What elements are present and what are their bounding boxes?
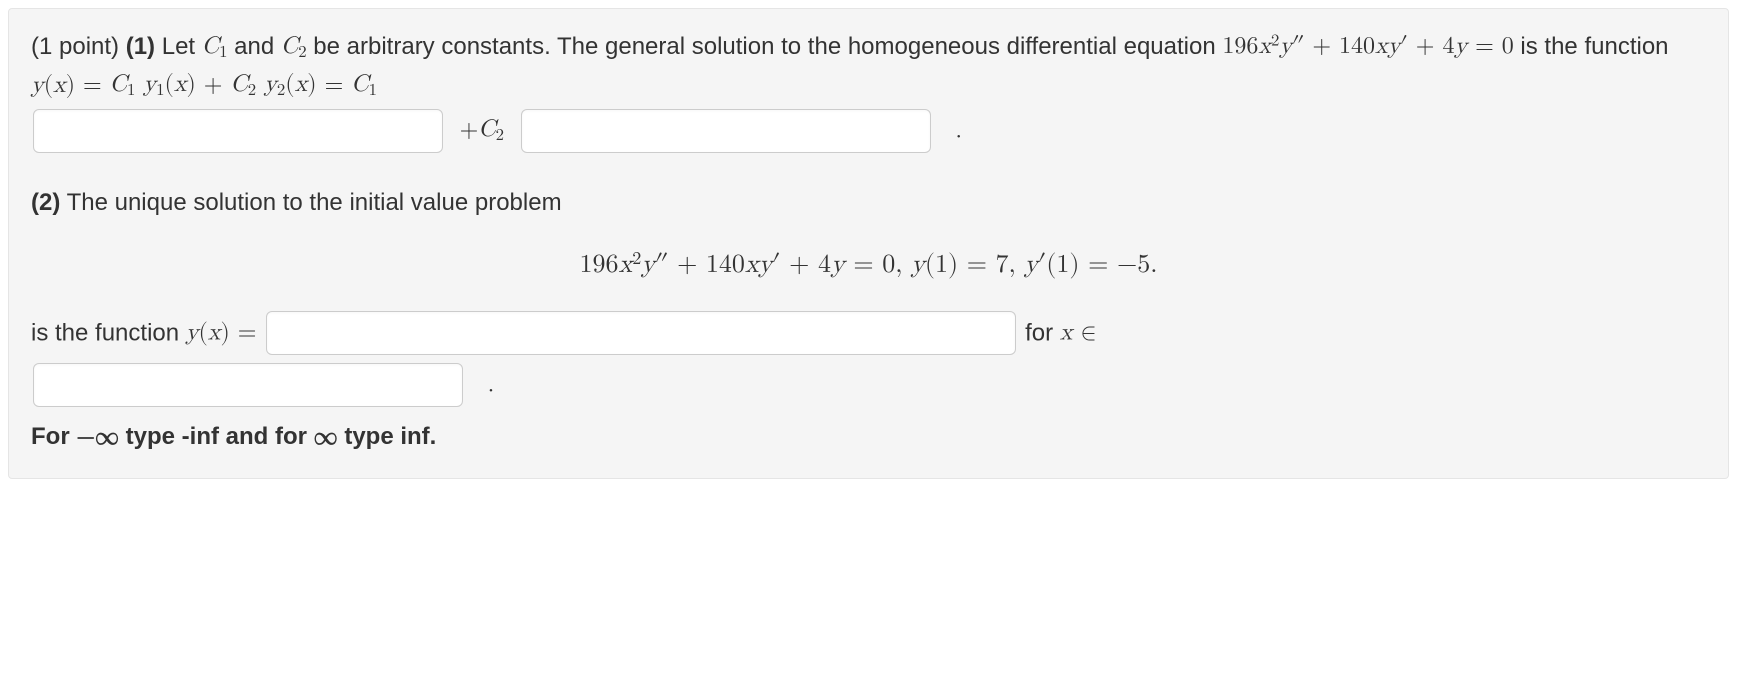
- math-yx: y(x): [31, 73, 75, 97]
- text: and: [234, 33, 281, 60]
- text: is the function: [31, 319, 186, 346]
- math-c2y2: C2 y2(x): [230, 72, 316, 96]
- answer-yx-input[interactable]: [266, 311, 1016, 355]
- math-eq3: =: [230, 320, 265, 344]
- answer-y2-input[interactable]: [521, 109, 931, 153]
- part2-display-equation: 196x2y″ + 140xy′ + 4y = 0, y(1) = 7, y′(…: [31, 243, 1706, 285]
- part1-text: (1 point) (1) Let C1 and C2 be arbitrary…: [31, 27, 1706, 157]
- math-plus: +: [196, 73, 231, 97]
- math-yx2: y(x): [186, 320, 230, 344]
- text: be arbitrary constants. The general solu…: [313, 33, 1222, 60]
- math-eq: =: [75, 73, 110, 97]
- math-c2: C2: [281, 34, 307, 58]
- part2-label: (2): [31, 189, 60, 216]
- math-x: x: [1060, 320, 1073, 344]
- answer-y1-input[interactable]: [33, 109, 443, 153]
- math-elementof: ∈: [1072, 320, 1096, 344]
- math-plus-c2: +C2: [452, 117, 512, 141]
- infinity-hint: For −∞ type -inf and for ∞ type inf.: [31, 417, 1706, 456]
- period2: .: [472, 372, 495, 396]
- math-ode: 196x2y″ + 140xy′ + 4y = 0: [1222, 34, 1513, 58]
- period: .: [939, 118, 962, 142]
- part2-answer-line: is the function y(x) = for x ∈ .: [31, 307, 1706, 411]
- problem-container: (1 point) (1) Let C1 and C2 be arbitrary…: [8, 8, 1729, 479]
- text: Let: [162, 33, 202, 60]
- text: for: [1025, 319, 1060, 346]
- part2-intro: (2) The unique solution to the initial v…: [31, 183, 1706, 221]
- math-eq2: =: [317, 73, 352, 97]
- math-c1-trail: C1: [351, 72, 377, 96]
- text: is the function: [1514, 33, 1669, 60]
- points-label: (1 point): [31, 33, 119, 60]
- math-c1: C1: [202, 34, 228, 58]
- answer-domain-input[interactable]: [33, 363, 463, 407]
- text: The unique solution to the initial value…: [60, 189, 561, 216]
- math-c1y1: C1 y1(x): [110, 72, 196, 96]
- hint-text: For −∞ type -inf and for ∞ type inf.: [31, 423, 436, 450]
- math-ivp: 196x2y″ + 140xy′ + 4y = 0, y(1) = 7, y′(…: [580, 252, 1158, 278]
- part1-label: (1): [126, 33, 155, 60]
